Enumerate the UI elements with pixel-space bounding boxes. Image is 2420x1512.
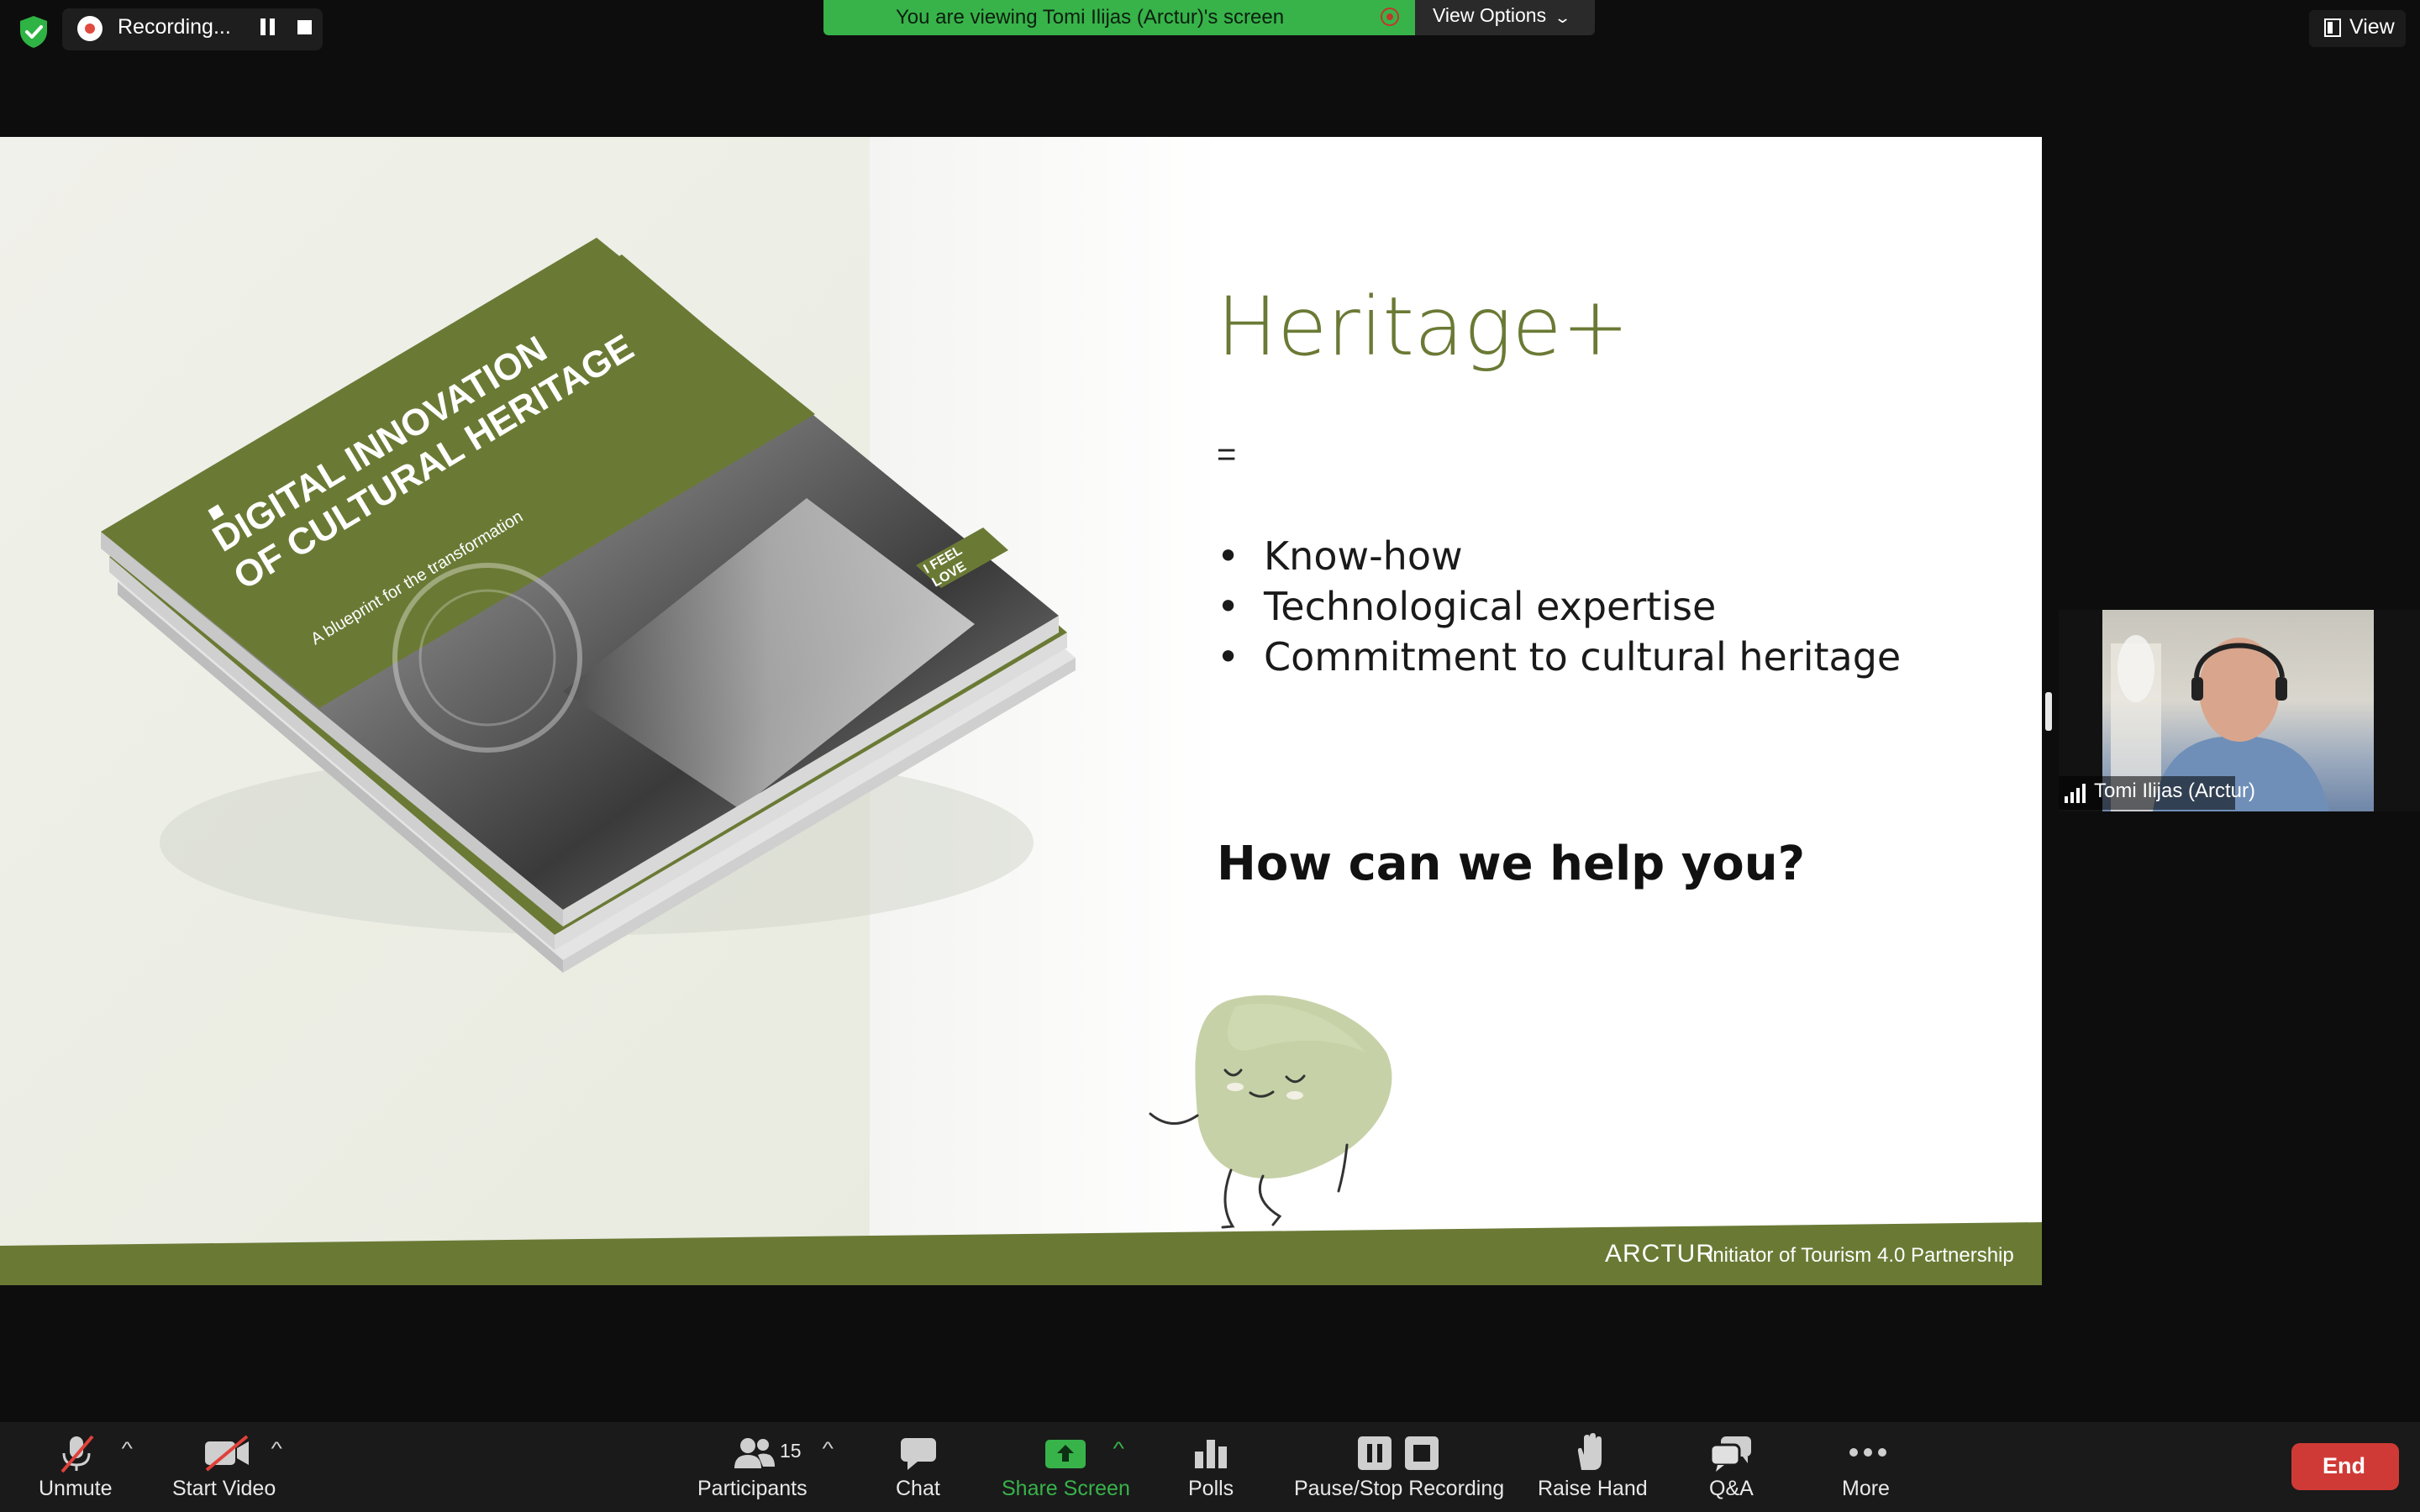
chat-icon[interactable] [899, 1436, 938, 1472]
arctur-logo: ARCTUR [1605, 1240, 1715, 1268]
chat-label[interactable]: Chat [896, 1477, 940, 1501]
qa-icon[interactable] [1709, 1435, 1753, 1472]
pause-stop-recording-label[interactable]: Pause/Stop Recording [1294, 1477, 1504, 1501]
muted-mic-icon[interactable] [55, 1433, 97, 1473]
recording-label: Recording... [118, 15, 231, 39]
more-icon[interactable] [1849, 1446, 1887, 1458]
raise-hand-icon[interactable] [1573, 1433, 1608, 1472]
share-screen-label[interactable]: Share Screen [1002, 1477, 1130, 1501]
stop-recording-icon[interactable] [297, 20, 312, 34]
view-options-label: View Options [1433, 4, 1547, 26]
view-label: View [2349, 15, 2395, 39]
security-shield-icon[interactable] [15, 13, 52, 50]
audio-options-chevron-icon[interactable]: ^ [121, 1438, 132, 1460]
participants-count: 15 [780, 1440, 802, 1462]
participants-label[interactable]: Participants [697, 1477, 808, 1501]
pause-recording-icon[interactable] [260, 18, 276, 35]
chevron-down-icon: ⌄ [1553, 9, 1572, 26]
raise-hand-label[interactable]: Raise Hand [1538, 1477, 1648, 1501]
panel-resize-handle[interactable] [2045, 692, 2052, 731]
view-layout-icon [2324, 18, 2341, 37]
share-screen-options-chevron-icon[interactable]: ^ [1113, 1438, 1123, 1460]
polls-label[interactable]: Polls [1188, 1477, 1234, 1501]
pause-stop-recording-icon[interactable] [1356, 1435, 1440, 1472]
polls-icon[interactable] [1193, 1436, 1228, 1470]
signal-strength-icon [2065, 784, 2086, 803]
viewing-screen-text: You are viewing Tomi Ilijas (Arctur)'s s… [896, 6, 1285, 29]
end-label[interactable]: End [2323, 1453, 2365, 1479]
shared-screen-slide: I FEEL LOVE DIGITAL INNOVATION OF CULTUR… [0, 137, 2042, 1285]
footer-tagline: initiator of Tourism 4.0 Partnership [1708, 1244, 2014, 1267]
participants-options-chevron-icon[interactable]: ^ [822, 1438, 833, 1460]
unmute-label[interactable]: Unmute [39, 1477, 113, 1501]
participants-icon[interactable] [733, 1436, 776, 1470]
video-off-icon[interactable] [202, 1435, 252, 1472]
participant-name: Tomi Ilijas (Arctur) [2094, 780, 2256, 802]
recording-dot-icon [77, 16, 103, 41]
recording-status-icon [1381, 8, 1399, 26]
video-options-chevron-icon[interactable]: ^ [271, 1438, 281, 1460]
slide-footer-band [0, 1222, 2042, 1285]
share-screen-icon[interactable] [1044, 1436, 1087, 1470]
qa-label[interactable]: Q&A [1709, 1477, 1754, 1501]
start-video-label[interactable]: Start Video [172, 1477, 276, 1501]
more-label[interactable]: More [1842, 1477, 1890, 1501]
